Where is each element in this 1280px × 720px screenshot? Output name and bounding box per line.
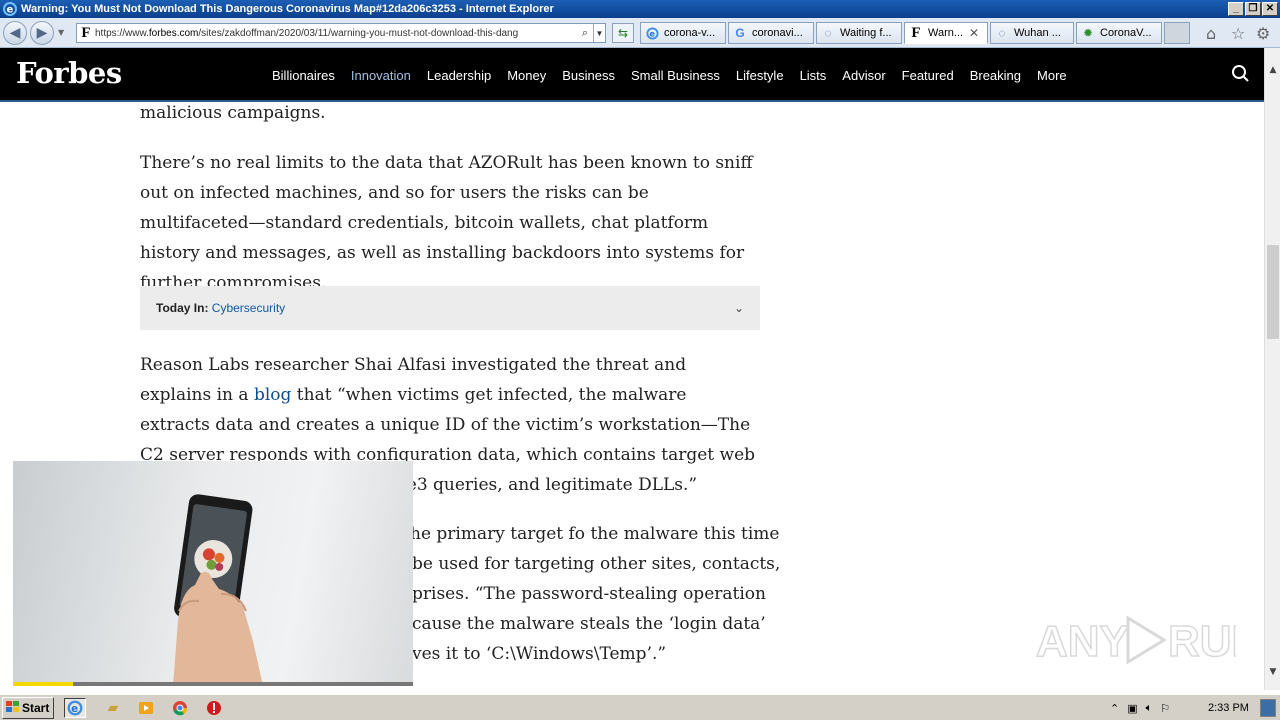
svg-text:ANY: ANY [1036, 617, 1129, 666]
nav-item-business[interactable]: Business [554, 68, 623, 83]
tab-label: CoronaV... [1100, 27, 1152, 39]
tray-expand-icon[interactable]: ⌃ [1110, 702, 1119, 715]
minimize-button[interactable]: _ [1228, 2, 1244, 16]
restore-button[interactable]: ❐ [1245, 2, 1261, 16]
loading-spinner-icon: ◌ [824, 26, 832, 40]
window-title-bar: e Warning: You Must Not Download This Da… [0, 0, 1280, 18]
nav-item-featured[interactable]: Featured [894, 68, 962, 83]
tab-0[interactable]: e corona-v... [640, 22, 726, 44]
tab-1[interactable]: G coronavi... [728, 22, 814, 44]
tab-label: Waiting f... [840, 27, 892, 39]
svg-text:RUN: RUN [1168, 617, 1236, 666]
url-domain: forbes.com [148, 27, 199, 39]
back-arrow-icon: ◀ [9, 25, 21, 41]
taskbar-folder-icon[interactable]: ▰ [102, 698, 124, 718]
svg-text:e: e [649, 28, 655, 38]
article-paragraph: malicious campaigns. [140, 103, 326, 123]
nav-item-advisor[interactable]: Advisor [834, 68, 893, 83]
address-dropdown-icon[interactable]: ▼ [593, 24, 605, 42]
windows-logo-icon [6, 700, 20, 716]
nav-item-innovation[interactable]: Innovation [343, 68, 419, 83]
ie-icon: e [645, 26, 659, 40]
loading-spinner-icon: ◌ [998, 26, 1006, 40]
nav-item-lifestyle[interactable]: Lifestyle [728, 68, 792, 83]
start-label: Start [22, 701, 50, 715]
virus-icon: ✹ [1082, 26, 1094, 40]
svg-text:e: e [7, 5, 14, 16]
tab-label: Warn... [928, 27, 964, 39]
video-progress-bar[interactable] [13, 682, 413, 686]
paragraph-tail: te3 queries, and legitimate DLLs.” [399, 475, 698, 495]
article-paragraph: There’s no real limits to the data that … [140, 153, 753, 293]
tab-label: Wuhan ... [1014, 27, 1061, 39]
tab-label: coronavi... [752, 27, 803, 39]
nav-item-small-business[interactable]: Small Business [623, 68, 728, 83]
favorites-star-icon[interactable]: ☆ [1231, 24, 1245, 43]
nav-item-lists[interactable]: Lists [792, 68, 835, 83]
url-path: /sites/zakdoffman/2020/03/11/warning-you… [198, 27, 519, 39]
tab-label: corona-v... [664, 27, 716, 39]
settings-gear-icon[interactable]: ⚙ [1256, 24, 1270, 43]
today-in-label: Today In: [156, 301, 209, 315]
internet-explorer-icon: e [2, 1, 18, 17]
taskbar-stop-icon[interactable] [203, 698, 225, 718]
history-dropdown-icon[interactable]: ▼ [58, 28, 64, 37]
tab-2[interactable]: ◌ Waiting f... [816, 22, 902, 44]
forward-arrow-icon: ▶ [36, 25, 48, 41]
floating-video-player[interactable] [13, 461, 413, 686]
taskbar: Start e ▰ ⌃ ▣ 🔈︎ ⚐ 2:33 PM [0, 694, 1280, 720]
tab-close-icon[interactable]: ✕ [969, 26, 979, 40]
window-title: Warning: You Must Not Download This Dang… [21, 3, 554, 15]
refresh-icon: ⇆ [617, 26, 629, 40]
new-tab-button[interactable] [1164, 22, 1190, 44]
start-button[interactable]: Start [2, 697, 54, 719]
nav-item-more[interactable]: More [1029, 68, 1075, 83]
back-button[interactable]: ◀ [3, 21, 27, 45]
google-g-icon: G [735, 26, 745, 40]
blog-link[interactable]: blog [254, 385, 291, 405]
nav-item-breaking[interactable]: Breaking [962, 68, 1029, 83]
nav-item-billionaires[interactable]: Billionaires [264, 68, 343, 83]
nav-item-leadership[interactable]: Leadership [419, 68, 499, 83]
network-icon[interactable]: ▣ [1127, 702, 1137, 715]
action-center-flag-icon[interactable]: ⚐ [1160, 702, 1170, 715]
forward-button[interactable]: ▶ [30, 21, 54, 45]
anyrun-watermark: ANY RUN [1035, 608, 1264, 672]
site-search-icon[interactable] [1231, 64, 1253, 86]
chevron-down-icon[interactable]: ⌄ [734, 286, 744, 330]
refresh-button[interactable]: ⇆ [612, 23, 634, 43]
scroll-up-arrow-icon[interactable]: ▲ [1265, 62, 1280, 78]
close-button[interactable]: ✕ [1262, 2, 1278, 16]
taskbar-ie-icon[interactable]: e [64, 698, 86, 718]
taskbar-media-player-icon[interactable] [135, 698, 157, 718]
tab-5[interactable]: ✹ CoronaV... [1076, 22, 1162, 44]
site-favicon: F [81, 24, 91, 41]
address-bar[interactable]: F https://www.forbes.com/sites/zakdoffma… [76, 23, 606, 43]
today-in-topic-link[interactable]: Cybersecurity [212, 301, 285, 315]
scroll-thumb[interactable] [1267, 245, 1279, 339]
browser-nav-bar: ◀ ▶ ▼ F https://www.forbes.com/sites/zak… [0, 18, 1280, 48]
url-prefix: https://www. [95, 27, 149, 39]
nav-item-money[interactable]: Money [499, 68, 554, 83]
site-header: Forbes Billionaires Innovation Leadership M… [0, 48, 1264, 102]
home-icon[interactable]: ⌂ [1206, 24, 1216, 43]
site-nav: Billionaires Innovation Leadership Money Bus… [264, 48, 1075, 102]
tab-3[interactable]: F Warn... ✕ [904, 22, 988, 44]
video-frame-hand-phone-image [173, 494, 263, 686]
forbes-logo[interactable]: Forbes [16, 56, 122, 90]
page-scrollbar[interactable]: ▲ ▼ [1264, 48, 1280, 690]
address-url[interactable]: https://www.forbes.com/sites/zakdoffman/… [95, 28, 577, 39]
volume-icon[interactable]: 🔈︎ [1146, 702, 1153, 715]
scroll-down-arrow-icon[interactable]: ▼ [1265, 664, 1280, 680]
tab-4[interactable]: ◌ Wuhan ... [990, 22, 1074, 44]
show-desktop-button[interactable] [1260, 699, 1276, 717]
taskbar-clock[interactable]: 2:33 PM [1208, 698, 1249, 718]
forbes-f-icon: F [911, 24, 921, 41]
today-in-bar[interactable]: Today In: Cybersecurity ⌄ [140, 286, 760, 330]
taskbar-chrome-icon[interactable] [169, 698, 191, 718]
search-icon[interactable]: ⌕ [577, 27, 593, 40]
svg-text:e: e [71, 703, 78, 715]
